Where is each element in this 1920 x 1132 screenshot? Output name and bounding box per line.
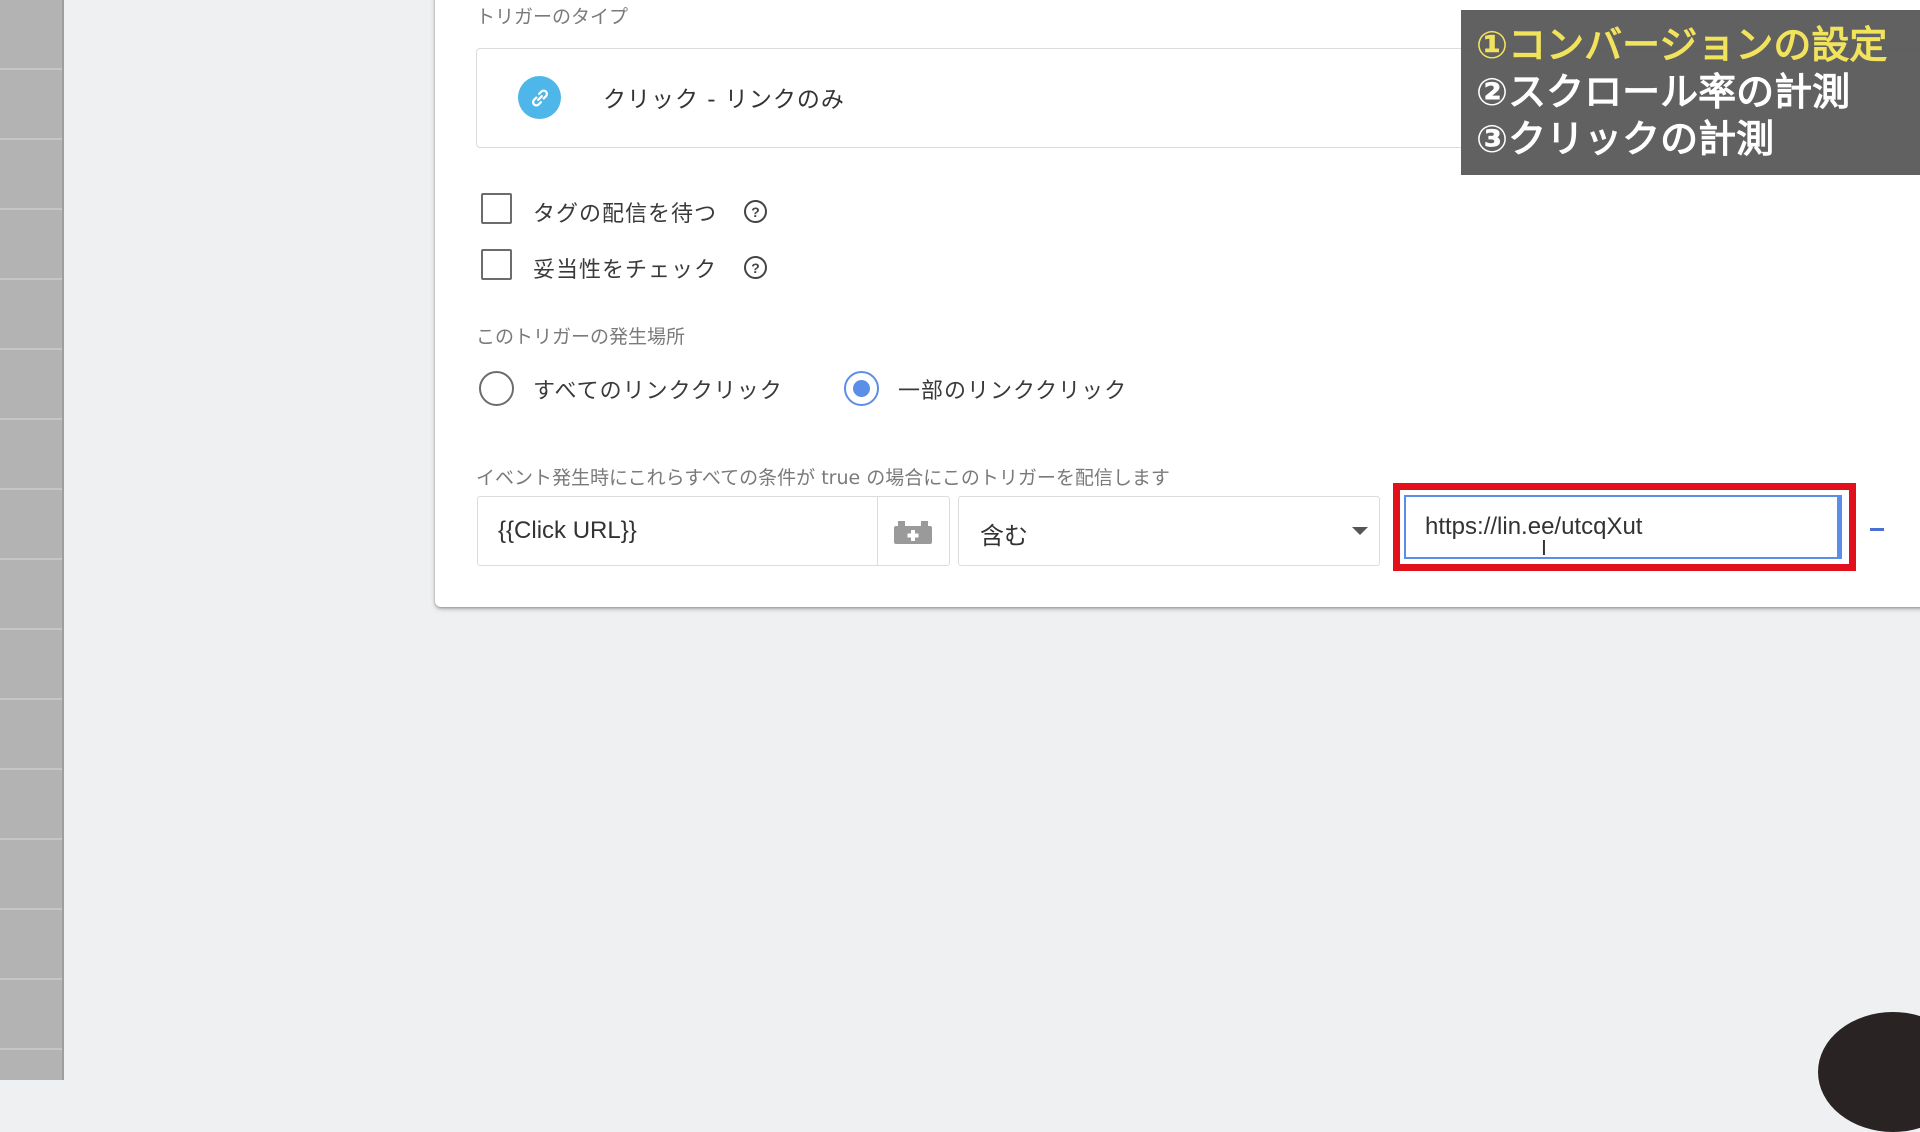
fires-on-section-label: このトリガーの発生場所 <box>476 326 686 348</box>
check-validation-checkbox[interactable] <box>481 249 512 280</box>
some-link-clicks-label: 一部のリンククリック <box>898 379 1128 404</box>
check-validation-label: 妥当性をチェック <box>533 258 718 283</box>
wait-for-tags-label: タグの配信を待つ <box>533 202 718 227</box>
caption-line-3: ③クリックの計測 <box>1476 117 1775 161</box>
condition-value-input[interactable] <box>1404 495 1842 559</box>
variable-picker-icon[interactable] <box>892 520 934 546</box>
caption-line-2: ②スクロール率の計測 <box>1476 70 1851 114</box>
corner-object <box>1818 1012 1920 1132</box>
all-link-clicks-label: すべてのリンククリック <box>533 379 783 404</box>
condition-section-label: イベント発生時にこれらすべての条件が true の場合にこのトリガーを配信します <box>476 467 1170 489</box>
chevron-down-icon <box>1352 527 1368 535</box>
some-link-clicks-radio[interactable] <box>844 371 879 406</box>
wait-for-tags-checkbox[interactable] <box>481 193 512 224</box>
text-cursor-icon: I <box>1541 536 1547 560</box>
help-icon[interactable]: ? <box>744 256 767 279</box>
help-icon[interactable]: ? <box>744 200 767 223</box>
variable-value: {{Click URL}} <box>498 517 637 544</box>
video-caption-overlay: ①コンバージョンの設定 ②スクロール率の計測 ③クリックの計測 <box>1461 10 1920 175</box>
remove-condition-button[interactable] <box>1870 528 1884 531</box>
side-strip <box>0 0 64 1080</box>
caption-line-1: ①コンバージョンの設定 <box>1476 23 1888 67</box>
all-link-clicks-radio[interactable] <box>479 371 514 406</box>
trigger-type-name: クリック - リンクのみ <box>603 87 845 113</box>
link-icon <box>518 76 561 119</box>
operator-value: 含む <box>980 522 1028 550</box>
variable-field-divider <box>877 497 878 565</box>
trigger-type-section-label: トリガーのタイプ <box>476 6 629 28</box>
